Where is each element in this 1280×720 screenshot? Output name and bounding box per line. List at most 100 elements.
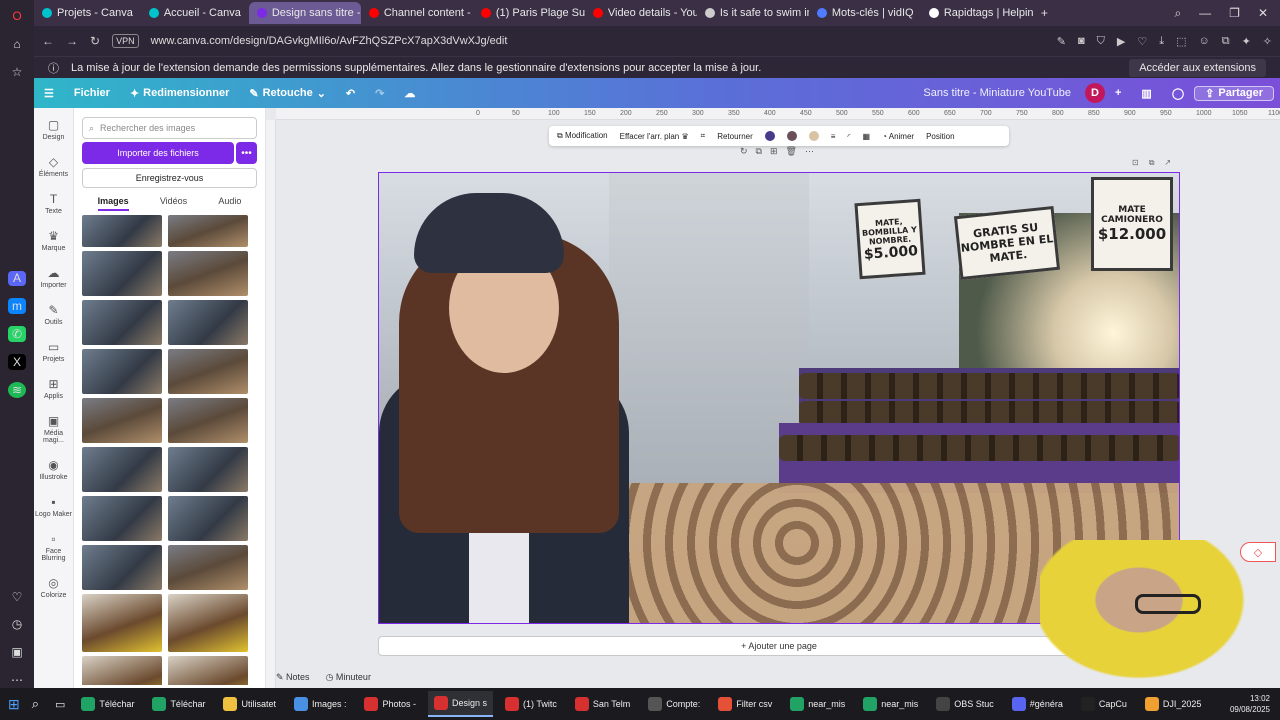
forward-icon[interactable]: → — [66, 34, 78, 48]
thumbnail[interactable] — [82, 398, 162, 443]
undo-icon[interactable]: ↶ — [336, 87, 365, 100]
resize-button[interactable]: ✦ Redimensionner — [120, 87, 239, 100]
thumbnail[interactable] — [82, 251, 162, 296]
rail-item-elements[interactable]: ◇ Éléments — [34, 155, 74, 178]
thumbnail[interactable] — [168, 594, 248, 652]
opera-logo-icon[interactable]: O — [8, 8, 26, 24]
thumbnail[interactable] — [82, 447, 162, 492]
rail-item-brand[interactable]: ♛ Marque — [34, 229, 74, 252]
minimize-icon[interactable]: — — [1199, 6, 1211, 21]
thumbnail[interactable] — [168, 300, 248, 345]
whatsapp-icon[interactable]: ✆ — [8, 326, 26, 343]
messenger-icon[interactable]: m — [8, 298, 26, 315]
taskbar-app[interactable]: Utilisatet — [217, 691, 282, 717]
aria-icon[interactable]: A — [8, 270, 26, 287]
document-title[interactable]: Sans titre - Miniature YouTube — [923, 87, 1085, 99]
avatar[interactable]: D — [1084, 83, 1105, 103]
back-icon[interactable]: ← — [42, 34, 54, 48]
comment-icon[interactable]: ◯ — [1162, 87, 1194, 100]
taskbar-app[interactable]: Téléchar — [146, 691, 211, 717]
taskbar-app[interactable]: Design s — [428, 691, 494, 717]
rail-item-apps[interactable]: ⊞ Applis — [34, 377, 74, 400]
thumbnail[interactable] — [82, 594, 162, 652]
color-swatch[interactable] — [786, 131, 797, 141]
extensions-icon[interactable]: ✦ — [1242, 35, 1251, 48]
taskbar-app[interactable]: DJI_2025 — [1139, 691, 1208, 717]
thumbnail[interactable] — [168, 215, 248, 247]
rail-item-logo-maker[interactable]: ▪ Logo Maker — [34, 495, 74, 518]
thumbnail[interactable] — [82, 349, 162, 394]
redo-icon[interactable]: ↷ — [365, 87, 394, 100]
rail-item-face-blur[interactable]: ▫ Face Blurring — [34, 532, 74, 562]
more-icon[interactable]: ⋯ — [8, 672, 26, 688]
taskbar-app[interactable]: (1) Twitc — [499, 691, 563, 717]
thumbnail[interactable] — [168, 349, 248, 394]
rail-item-illustroke[interactable]: ◉ Illustroke — [34, 458, 74, 481]
rail-item-magic-media[interactable]: ▣ Média magi... — [34, 414, 74, 444]
flip-button[interactable]: Retourner — [717, 132, 753, 141]
heart-icon[interactable]: ♡ — [1137, 35, 1147, 48]
lock-icon[interactable]: ⊡ — [1132, 158, 1139, 168]
color-swatch[interactable] — [808, 131, 819, 141]
url-field[interactable]: www.canva.com/design/DAGvkgMIl6o/AvFZhQS… — [151, 35, 508, 47]
extensions-button[interactable]: Accéder aux extensions — [1129, 58, 1266, 77]
remove-bg-button[interactable]: Effacer l'arr. plan ♛ — [620, 132, 689, 141]
thumbnail[interactable] — [82, 300, 162, 345]
taskbar-app[interactable]: #généra — [1006, 691, 1069, 717]
profile-icon[interactable]: ☺ — [1198, 35, 1209, 48]
browser-tab[interactable]: Design sans titre - Miniat — [248, 2, 361, 24]
tab-images[interactable]: Images — [97, 196, 129, 211]
taskbar-app[interactable]: near_mis — [784, 691, 851, 717]
rail-item-text[interactable]: T Texte — [34, 192, 74, 215]
vpn-badge[interactable]: VPN — [112, 34, 139, 48]
position-button[interactable]: Position — [926, 132, 954, 141]
rail-item-design[interactable]: ▢ Design — [34, 118, 74, 141]
crop-icon[interactable]: ⌗ — [701, 131, 706, 141]
cube-icon[interactable]: ⬚ — [1176, 35, 1186, 48]
browser-tab[interactable]: Accueil - Canva — [141, 2, 249, 24]
taskbar-app[interactable]: Images : — [288, 691, 353, 717]
thumbnail[interactable] — [82, 656, 162, 685]
rail-item-colorize[interactable]: ◎ Colorize — [34, 576, 74, 599]
browser-tab[interactable]: Mots-clés | vidIQ — [809, 2, 921, 24]
thumbnail[interactable] — [168, 251, 248, 296]
corner-icon[interactable]: ◜ — [847, 132, 850, 141]
animate-button[interactable]: ◔ Animer — [882, 132, 914, 141]
retouch-button[interactable]: ✎ Retouche ⌄ — [239, 87, 336, 100]
record-button[interactable]: Enregistrez-vous — [82, 168, 257, 188]
thumbnail[interactable] — [168, 656, 248, 685]
notes-button[interactable]: ✎ Notes — [276, 672, 310, 683]
thumbnail[interactable] — [168, 545, 248, 590]
taskbar-app[interactable]: near_mis — [857, 691, 924, 717]
copy-icon[interactable]: ⧉ — [756, 146, 762, 157]
add-icon[interactable]: + — [1105, 87, 1131, 99]
more-icon[interactable]: ⋯ — [805, 146, 814, 157]
tab-audio[interactable]: Audio — [218, 196, 241, 211]
cube-icon[interactable]: ▣ — [8, 644, 26, 660]
taskbar-app[interactable]: CapCu — [1075, 691, 1133, 717]
taskbar-app[interactable]: Photos - — [358, 691, 422, 717]
browser-tab[interactable]: (1) Paris Plage Summer To — [473, 2, 585, 24]
close-icon[interactable]: ✕ — [1258, 6, 1268, 21]
more-options-button[interactable]: ••• — [236, 142, 257, 164]
rail-item-upload[interactable]: ☁ Importer — [34, 266, 74, 289]
browser-tab[interactable]: Video details - YouTube S — [585, 2, 697, 24]
browser-tab[interactable]: Rapidtags | Helping you g — [921, 2, 1033, 24]
tab-videos[interactable]: Vidéos — [160, 196, 187, 211]
modification-button[interactable]: ⧉ Modification — [557, 131, 608, 141]
delete-icon[interactable]: 🗑 — [786, 146, 797, 157]
taskbar-app[interactable]: Téléchar — [75, 691, 140, 717]
edit-icon[interactable]: ✎ — [1057, 35, 1066, 48]
heart-icon[interactable]: ♡ — [8, 589, 26, 605]
taskbar-app[interactable]: Filter csv — [712, 691, 778, 717]
taskbar-app[interactable]: San Telm — [569, 691, 636, 717]
menu-icon[interactable]: ☰ — [34, 87, 64, 100]
download-icon[interactable]: ⤓ — [1159, 35, 1164, 48]
history-icon[interactable]: ◷ — [8, 617, 26, 633]
cloud-icon[interactable]: ☁ — [394, 87, 425, 100]
taskbar-app[interactable]: OBS Stuc — [930, 691, 1000, 717]
color-swatch[interactable] — [764, 131, 775, 141]
play-icon[interactable]: ▶ — [1117, 35, 1125, 48]
share-button[interactable]: ⇪ Partager — [1194, 85, 1274, 101]
puzzle-icon[interactable]: ✧ — [1263, 35, 1272, 48]
